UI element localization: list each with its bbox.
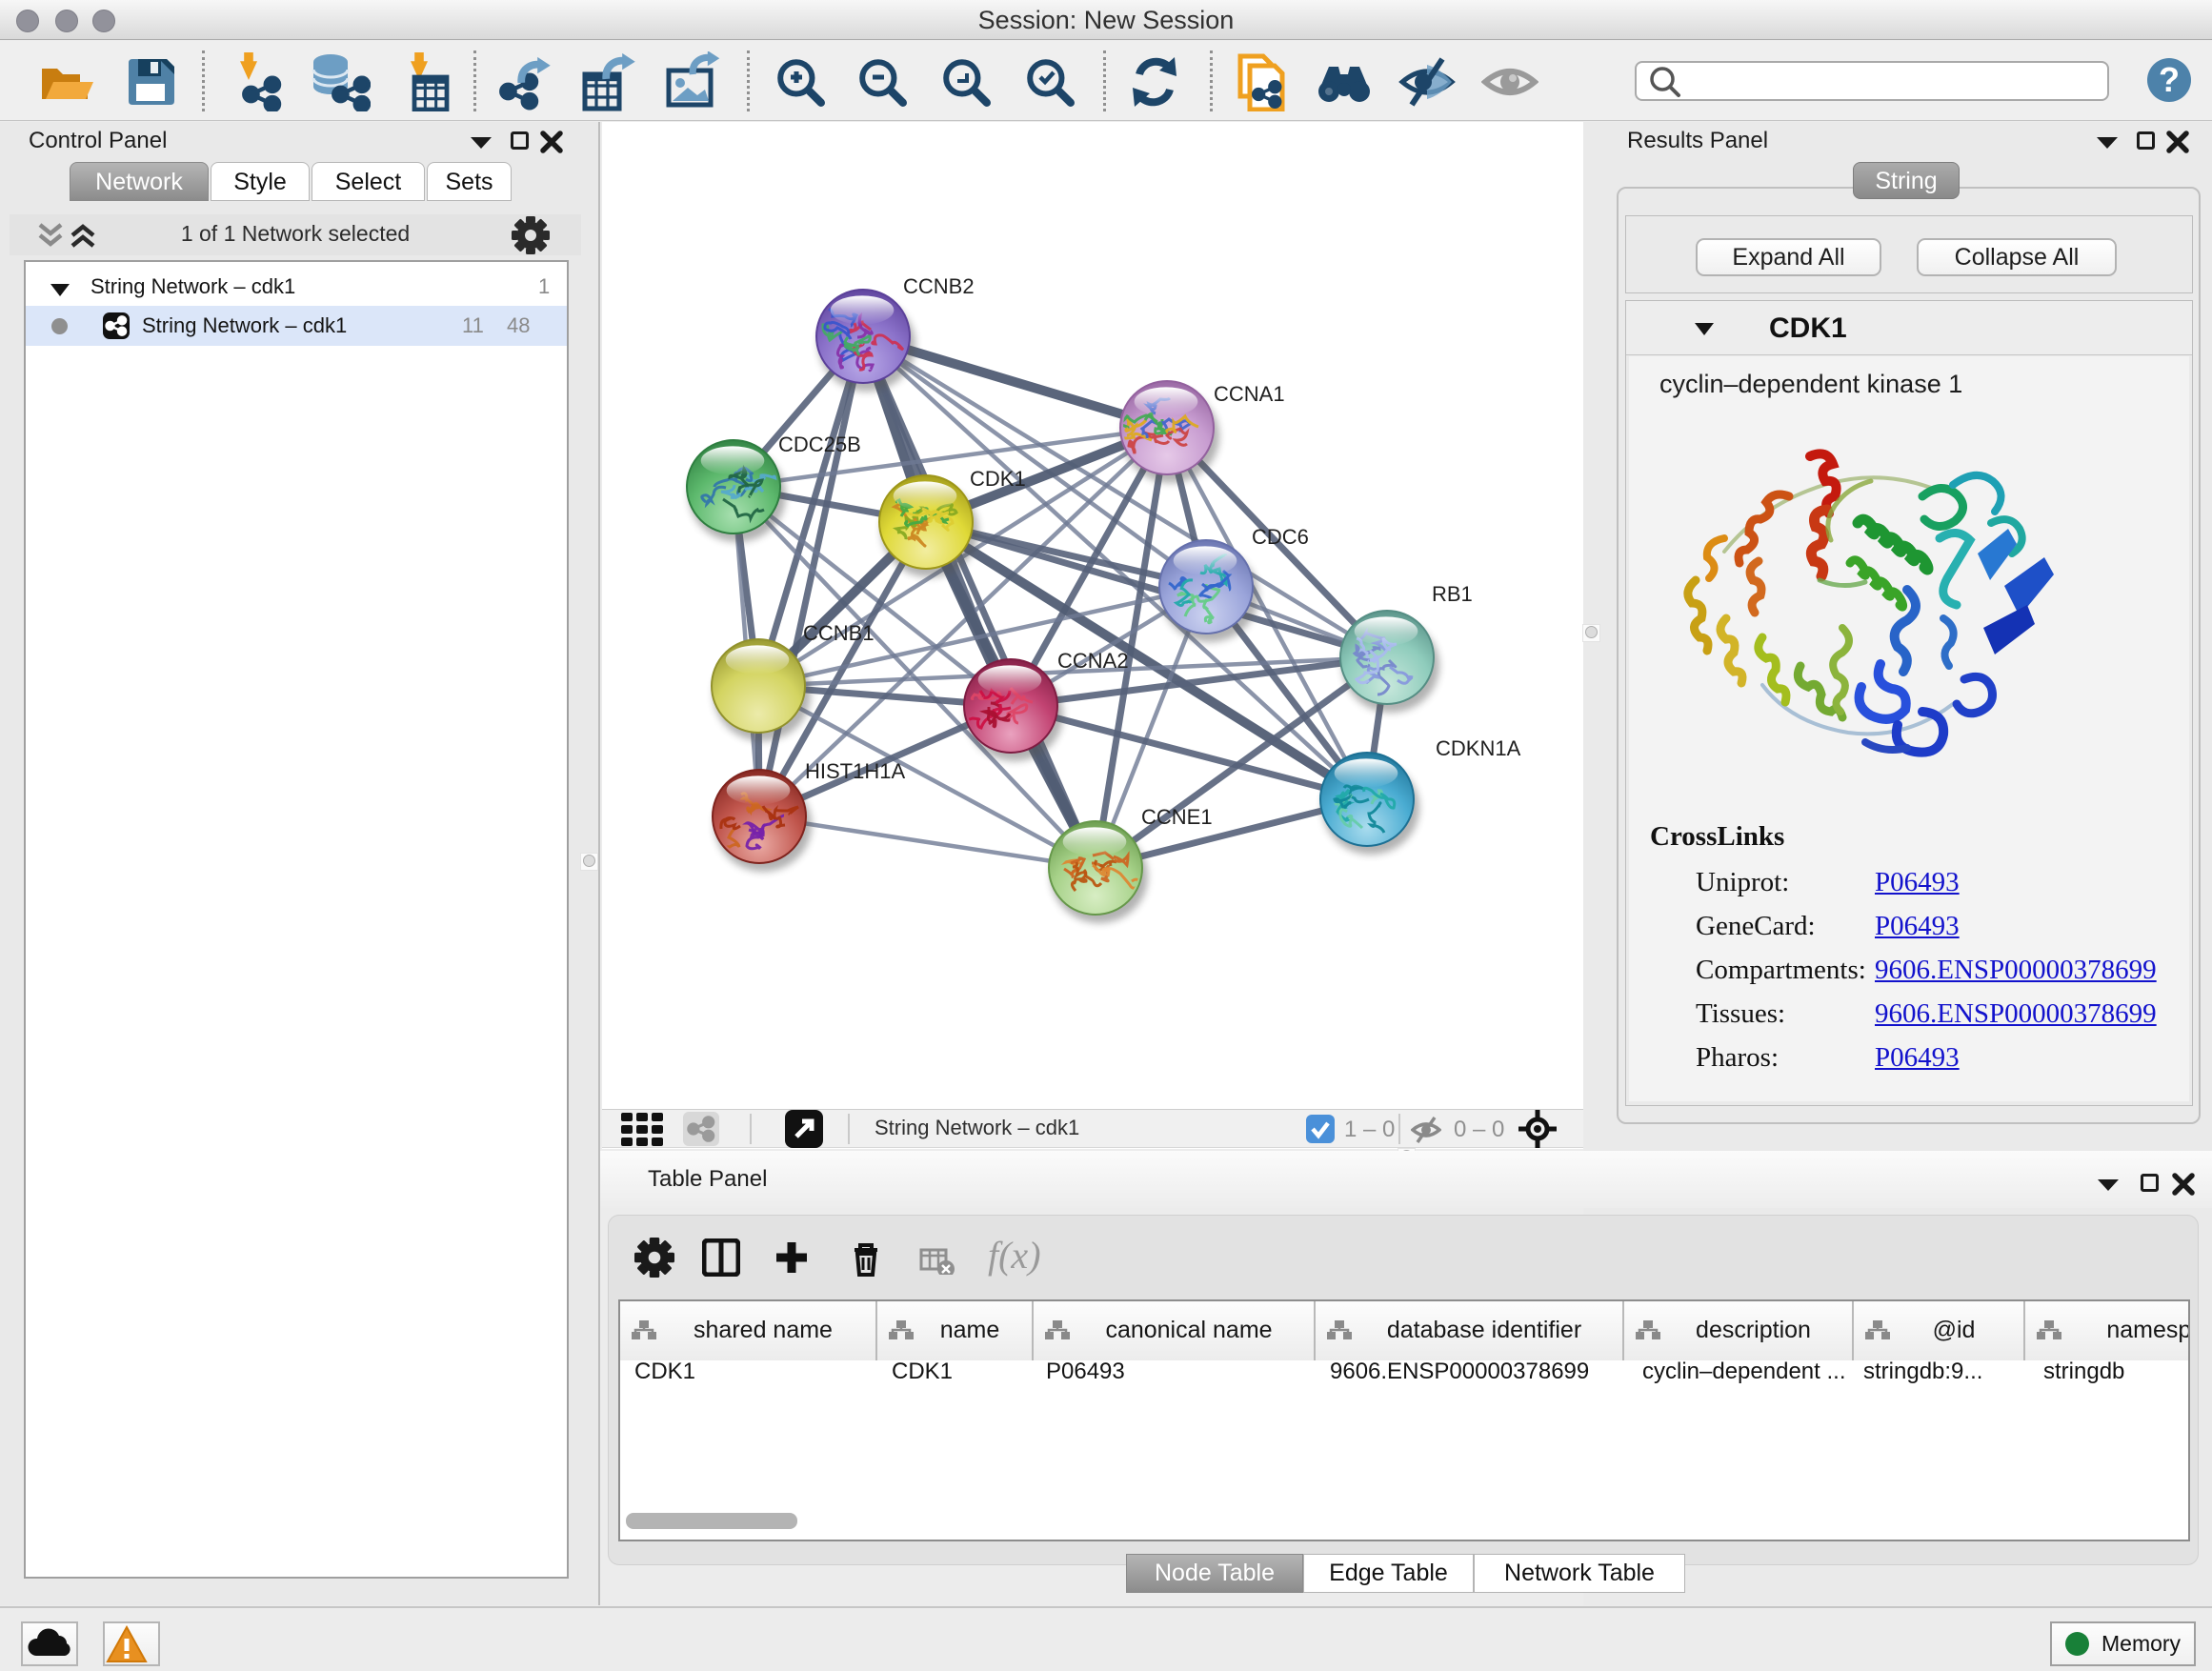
svg-text:CCNB2: CCNB2: [903, 274, 975, 298]
svg-text:CCNA2: CCNA2: [1057, 649, 1129, 673]
svg-text:CCNA1: CCNA1: [1214, 382, 1285, 406]
svg-text:CDKN1A: CDKN1A: [1436, 736, 1521, 760]
svg-text:HIST1H1A: HIST1H1A: [805, 759, 905, 783]
svg-text:CDC25B: CDC25B: [778, 433, 861, 456]
svg-text:CCNE1: CCNE1: [1141, 805, 1213, 829]
svg-text:CDK1: CDK1: [970, 467, 1026, 491]
svg-text:CDC6: CDC6: [1252, 525, 1309, 549]
svg-text:RB1: RB1: [1432, 582, 1473, 606]
svg-text:CCNB1: CCNB1: [803, 621, 875, 645]
